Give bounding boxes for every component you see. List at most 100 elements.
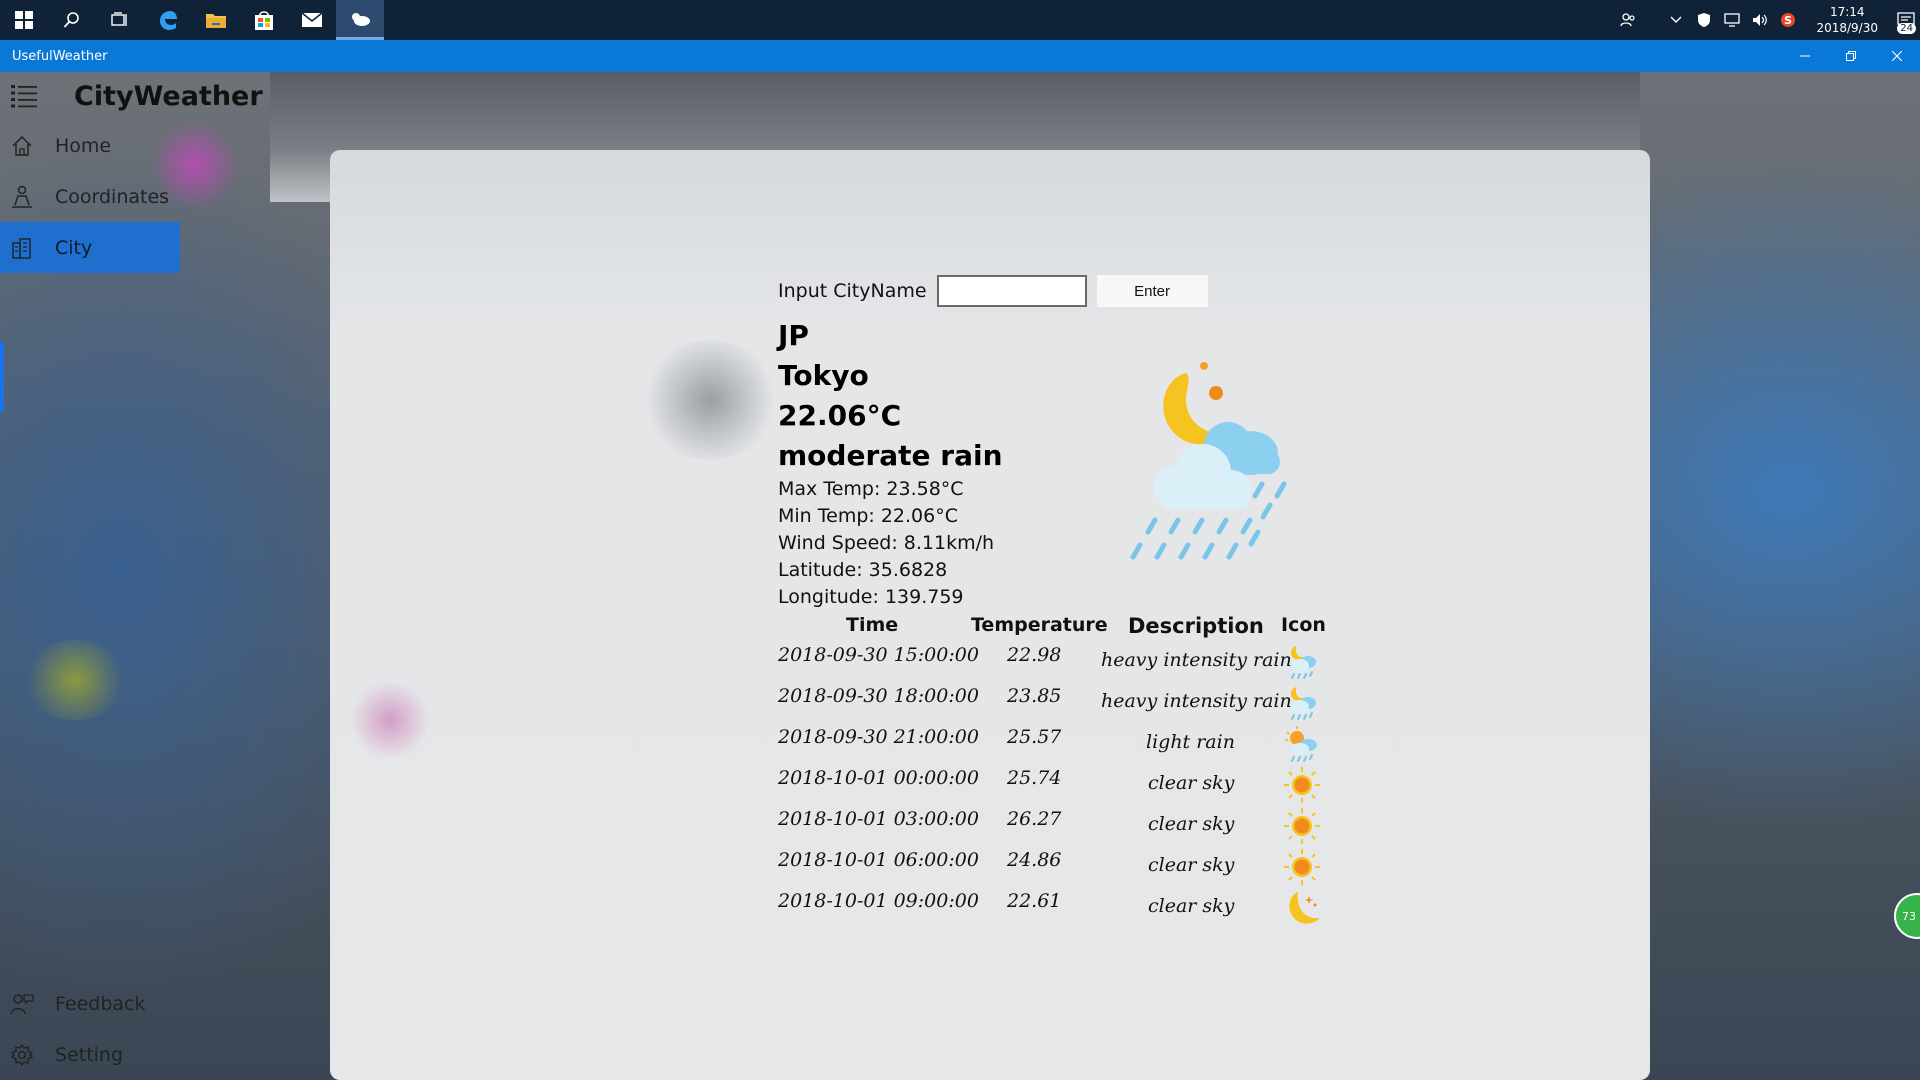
restore-icon <box>1846 51 1856 61</box>
file-explorer-button[interactable] <box>192 0 240 40</box>
country-code: JP <box>778 319 809 352</box>
backdrop-blur-spot <box>350 680 430 760</box>
store-icon <box>255 11 273 30</box>
security-tray-button[interactable] <box>1692 0 1716 40</box>
forecast-time: 2018-09-30 18:00:00 <box>778 685 979 707</box>
city-icon <box>0 237 44 259</box>
forecast-time: 2018-10-01 06:00:00 <box>778 849 979 871</box>
home-icon <box>0 135 44 157</box>
forecast-time: 2018-10-01 03:00:00 <box>778 808 979 830</box>
nav-item-city[interactable]: City <box>0 222 180 273</box>
forecast-time: 2018-09-30 21:00:00 <box>778 726 979 748</box>
table-row: 2018-10-01 03:00:00 26.27 clear sky <box>778 808 1338 849</box>
gear-icon <box>0 1043 44 1066</box>
forecast-temp: 22.61 <box>1007 890 1062 912</box>
backdrop-blur-spot <box>640 340 780 460</box>
shield-icon <box>1698 13 1711 27</box>
column-header-temperature: Temperature <box>971 614 1108 636</box>
nav-item-coordinates[interactable]: Coordinates <box>0 171 180 222</box>
hamburger-button[interactable] <box>0 72 48 120</box>
windows-logo-icon <box>15 11 33 29</box>
window-controls <box>1782 40 1920 72</box>
forecast-desc: light rain <box>1146 731 1235 753</box>
nav-item-home[interactable]: Home <box>0 120 180 171</box>
sun-icon <box>1284 808 1320 844</box>
network-icon <box>1724 13 1741 27</box>
table-row: 2018-09-30 18:00:00 23.85 heavy intensit… <box>778 685 1338 726</box>
forecast-temp: 25.74 <box>1007 767 1062 789</box>
chevron-up-icon <box>1670 16 1682 23</box>
feedback-icon <box>0 993 44 1015</box>
people-button[interactable] <box>1616 0 1640 40</box>
app-name: CityWeather <box>74 80 263 112</box>
person-pin-icon <box>0 185 44 209</box>
forecast-temp: 22.98 <box>1007 644 1062 666</box>
close-button[interactable] <box>1874 40 1920 72</box>
show-hidden-icons-button[interactable] <box>1664 0 1688 40</box>
start-button[interactable] <box>0 0 48 40</box>
nav-item-label: Feedback <box>55 992 146 1015</box>
forecast-time: 2018-10-01 00:00:00 <box>778 767 979 789</box>
clock[interactable]: 17:14 2018/9/30 <box>1802 4 1892 36</box>
tray-spacer <box>1644 0 1660 40</box>
forecast-desc: clear sky <box>1148 772 1235 794</box>
moon-icon <box>1289 892 1320 924</box>
edge-browser-button[interactable] <box>144 0 192 40</box>
forecast-desc: clear sky <box>1148 813 1235 835</box>
clock-time: 17:14 <box>1829 5 1865 19</box>
enter-button[interactable]: Enter <box>1096 275 1208 307</box>
longitude: Longitude: 139.759 <box>778 586 964 608</box>
folder-icon <box>206 14 226 28</box>
forecast-temp: 23.85 <box>1007 685 1062 707</box>
forecast-time: 2018-10-01 09:00:00 <box>778 890 979 912</box>
table-row: 2018-09-30 21:00:00 25.57 light rain <box>778 726 1338 767</box>
table-row: 2018-10-01 06:00:00 24.86 clear sky <box>778 849 1338 890</box>
column-header-description: Description <box>1128 614 1264 638</box>
sun-icon <box>1284 767 1320 803</box>
ime-tray-button[interactable]: S <box>1776 0 1800 40</box>
window-titlebar: UsefulWeather <box>0 40 1920 72</box>
nav-item-label: Setting <box>55 1043 124 1066</box>
network-tray-button[interactable] <box>1720 0 1744 40</box>
notification-count-badge: 24 <box>1897 23 1916 34</box>
night-rain-icon <box>1290 646 1316 679</box>
forecast-temp: 26.27 <box>1007 808 1062 830</box>
city-search-row: Input CityName Enter <box>778 274 1338 308</box>
sun-icon <box>1284 849 1320 885</box>
search-icon <box>63 12 79 28</box>
usefulweather-taskbar-button[interactable] <box>336 0 384 40</box>
city-name-input[interactable] <box>936 275 1087 307</box>
night-rain-icon <box>1130 362 1287 560</box>
minimize-icon <box>1800 55 1810 57</box>
system-tray: S 17:14 2018/9/30 24 <box>1614 0 1920 40</box>
store-button[interactable] <box>240 0 288 40</box>
nav-item-setting[interactable]: Setting <box>0 1029 180 1080</box>
volume-tray-button[interactable] <box>1748 0 1772 40</box>
nav-item-label: City <box>55 236 93 259</box>
edge-icon <box>160 11 177 30</box>
nav-footer: Feedback Setting <box>0 978 200 1080</box>
forecast-temp: 25.57 <box>1007 726 1062 748</box>
clock-date: 2018/9/30 <box>1816 21 1878 35</box>
forecast-time: 2018-09-30 15:00:00 <box>778 644 979 666</box>
action-center-button[interactable]: 24 <box>1894 0 1918 40</box>
svg-text:S: S <box>1785 14 1793 27</box>
navigation-pane: CityWeather Home Coordinates City Feedba… <box>0 72 310 1080</box>
selection-indicator <box>0 342 4 412</box>
minimize-button[interactable] <box>1782 40 1828 72</box>
search-button[interactable] <box>48 0 96 40</box>
table-row: 2018-10-01 09:00:00 22.61 clear sky <box>778 890 1338 931</box>
task-view-button[interactable] <box>96 0 144 40</box>
table-row: 2018-09-30 15:00:00 22.98 heavy intensit… <box>778 644 1338 685</box>
mail-button[interactable] <box>288 0 336 40</box>
task-view-icon <box>111 12 127 26</box>
nav-item-feedback[interactable]: Feedback <box>0 978 180 1029</box>
night-rain-icon <box>1290 687 1316 720</box>
forecast-desc: clear sky <box>1148 895 1235 917</box>
restore-button[interactable] <box>1828 40 1874 72</box>
people-icon <box>1620 13 1636 27</box>
close-icon <box>1892 51 1902 61</box>
forecast-desc: heavy intensity rain <box>1101 649 1292 671</box>
column-header-time: Time <box>846 614 899 636</box>
column-header-icon: Icon <box>1281 614 1326 636</box>
